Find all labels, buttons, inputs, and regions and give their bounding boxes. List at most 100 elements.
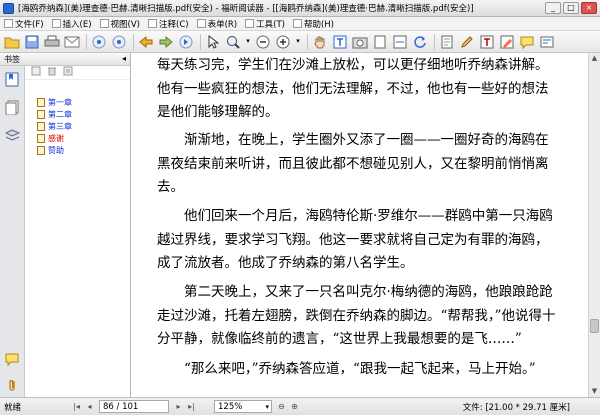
bookmark-page-icon — [37, 146, 45, 155]
bookmark-page-icon — [37, 98, 45, 107]
file-menu-icon — [4, 19, 13, 28]
menu-label: 插入(E) — [62, 19, 92, 30]
bookmark-item[interactable]: 第三章 — [37, 121, 72, 132]
zoom-in-icon[interactable] — [224, 33, 242, 51]
attachments-tab-icon[interactable] — [5, 378, 20, 393]
last-page-button[interactable]: ▸| — [185, 400, 198, 413]
expand-bookmarks-icon[interactable] — [31, 66, 41, 79]
help-menu-icon — [292, 19, 302, 28]
bookmark-page-icon — [37, 110, 45, 119]
status-bar: 就绪 |◂ ◂ 86 / 101 ▸ ▸| 125% ▾ ⊖ ⊕ 文件: [21… — [0, 397, 600, 415]
layers-tab-icon[interactable] — [4, 128, 21, 143]
bookmark-label: 赞助 — [48, 146, 64, 155]
sidebar: 书签 ◂ 第一章 第二章 第三章 感谢 赞助 — [0, 53, 131, 397]
sidebar-tabstrip — [0, 66, 25, 397]
scroll-up-icon[interactable]: ▲ — [589, 53, 600, 64]
text-select-icon[interactable] — [331, 33, 349, 51]
menu-label: 帮助(H) — [303, 19, 334, 30]
menu-label: 文件(F) — [15, 19, 44, 30]
comments-tab-icon[interactable] — [5, 352, 20, 367]
forward-icon[interactable] — [157, 33, 175, 51]
bookmarks-panel: 第一章 第二章 第三章 感谢 赞助 — [25, 66, 130, 397]
snapshot-icon[interactable] — [351, 33, 369, 51]
next-page-button[interactable]: ▸ — [172, 400, 185, 413]
fit-page-icon[interactable] — [371, 33, 389, 51]
menu-file[interactable]: 文件(F) — [4, 18, 44, 30]
fit-width-icon[interactable] — [391, 33, 409, 51]
print-icon[interactable] — [43, 33, 61, 51]
cursor-icon[interactable] — [204, 33, 222, 51]
page-size-readout: 文件: [21.00 * 29.71 厘米] — [462, 403, 570, 413]
toolbar-separator — [133, 33, 134, 50]
bookmark-icon[interactable] — [438, 33, 456, 51]
zoom-plus-dropdown-icon[interactable]: ▾ — [294, 33, 302, 51]
first-page-button[interactable]: |◂ — [70, 400, 83, 413]
zoom-select[interactable]: 125% ▾ — [214, 400, 272, 413]
typewriter-icon[interactable] — [478, 33, 496, 51]
toolbar: ▾ ▾ — [0, 31, 600, 53]
zoom-plus-icon[interactable] — [274, 33, 292, 51]
window-controls: _ □ × — [545, 2, 597, 14]
save-icon[interactable] — [23, 33, 41, 51]
highlight-icon[interactable] — [498, 33, 516, 51]
status-text: 就绪 — [4, 402, 22, 413]
menu-view[interactable]: 视图(V) — [99, 18, 140, 30]
zoom-out-icon[interactable] — [254, 33, 272, 51]
collapse-sidebar-button[interactable]: ◂ — [122, 54, 126, 63]
bookmark-item[interactable]: 第一章 — [37, 97, 72, 108]
paragraph: 他们回来一个月后，海鸥特伦斯·罗维尔——群鸥中第一只海鸥越过界线，要求学习飞翔。… — [157, 208, 553, 271]
zoom-in-button[interactable]: ⊕ — [288, 400, 301, 413]
menu-bar: 文件(F) 插入(E) 视图(V) 注释(C) 表单(R) 工具(T) 帮助(H… — [0, 17, 600, 31]
bookmark-item[interactable]: 赞助 — [37, 145, 64, 156]
bookmark-label: 感谢 — [48, 134, 64, 143]
page-number-field[interactable]: 86 / 101 — [99, 400, 169, 413]
title-bar: [海鸥乔纳森](美)理查德·巴赫.清晰扫描版.pdf(安全) - 福昕阅读器 -… — [0, 0, 600, 17]
bookmark-options-icon[interactable] — [63, 66, 73, 79]
bookmark-label: 第三章 — [48, 122, 72, 131]
menu-help[interactable]: 帮助(H) — [292, 18, 334, 30]
insert-menu-icon — [51, 19, 61, 28]
edit-icon[interactable] — [458, 33, 476, 51]
zoom-value: 125% — [218, 401, 243, 412]
paragraph: 渐渐地，在晚上，学生圈外又添了一圈——一圈好奇的海鸥在黑夜结束前来听讲，而且彼此… — [157, 132, 549, 195]
current-page: 86 — [103, 401, 114, 412]
open-folder-icon[interactable] — [3, 33, 21, 51]
zoom-out-button[interactable]: ⊖ — [275, 400, 288, 413]
close-button[interactable]: × — [581, 2, 597, 14]
app-icon — [3, 2, 14, 14]
hand-tool-icon[interactable] — [311, 33, 329, 51]
email-icon[interactable] — [63, 33, 81, 51]
maximize-button[interactable]: □ — [563, 2, 579, 14]
menu-form[interactable]: 表单(R) — [196, 18, 238, 30]
first-page-icon[interactable] — [90, 33, 108, 51]
scroll-thumb[interactable] — [590, 319, 599, 333]
bookmark-item[interactable]: 感谢 — [37, 133, 64, 144]
view-menu-icon — [99, 19, 109, 28]
bookmark-tools — [25, 66, 130, 80]
comment-icon[interactable] — [518, 33, 536, 51]
rotate-icon[interactable] — [411, 33, 429, 51]
menu-label: 表单(R) — [207, 19, 238, 30]
vertical-scrollbar[interactable]: ▲ ▼ — [588, 53, 600, 397]
minimize-button[interactable]: _ — [545, 2, 561, 14]
sidebar-title: 书签 — [4, 54, 20, 64]
document-view[interactable]: 每天练习完，学生们在沙滩上放松，可以更仔细地听乔纳森讲解。他有一些疯狂的想法，他… — [131, 53, 588, 397]
pages-tab-icon[interactable] — [5, 100, 20, 116]
sidebar-header: 书签 ◂ — [0, 53, 130, 66]
menu-comment[interactable]: 注释(C) — [148, 18, 189, 30]
menu-insert[interactable]: 插入(E) — [51, 18, 92, 30]
comment-menu-icon — [148, 19, 157, 28]
prev-page-button[interactable]: ◂ — [83, 400, 96, 413]
menu-tools[interactable]: 工具(T) — [245, 18, 285, 30]
toolbar-separator — [86, 33, 87, 50]
form-icon[interactable] — [538, 33, 556, 51]
bookmarks-tab-icon[interactable] — [5, 72, 20, 87]
zoom-dropdown-icon[interactable]: ▾ — [244, 33, 252, 51]
scroll-down-icon[interactable]: ▼ — [589, 386, 600, 397]
back-icon[interactable] — [137, 33, 155, 51]
next-page-icon[interactable] — [177, 33, 195, 51]
delete-bookmark-icon[interactable] — [47, 66, 57, 79]
bookmark-item[interactable]: 第二章 — [37, 109, 72, 120]
prev-page-icon[interactable] — [110, 33, 128, 51]
form-menu-icon — [196, 19, 206, 28]
